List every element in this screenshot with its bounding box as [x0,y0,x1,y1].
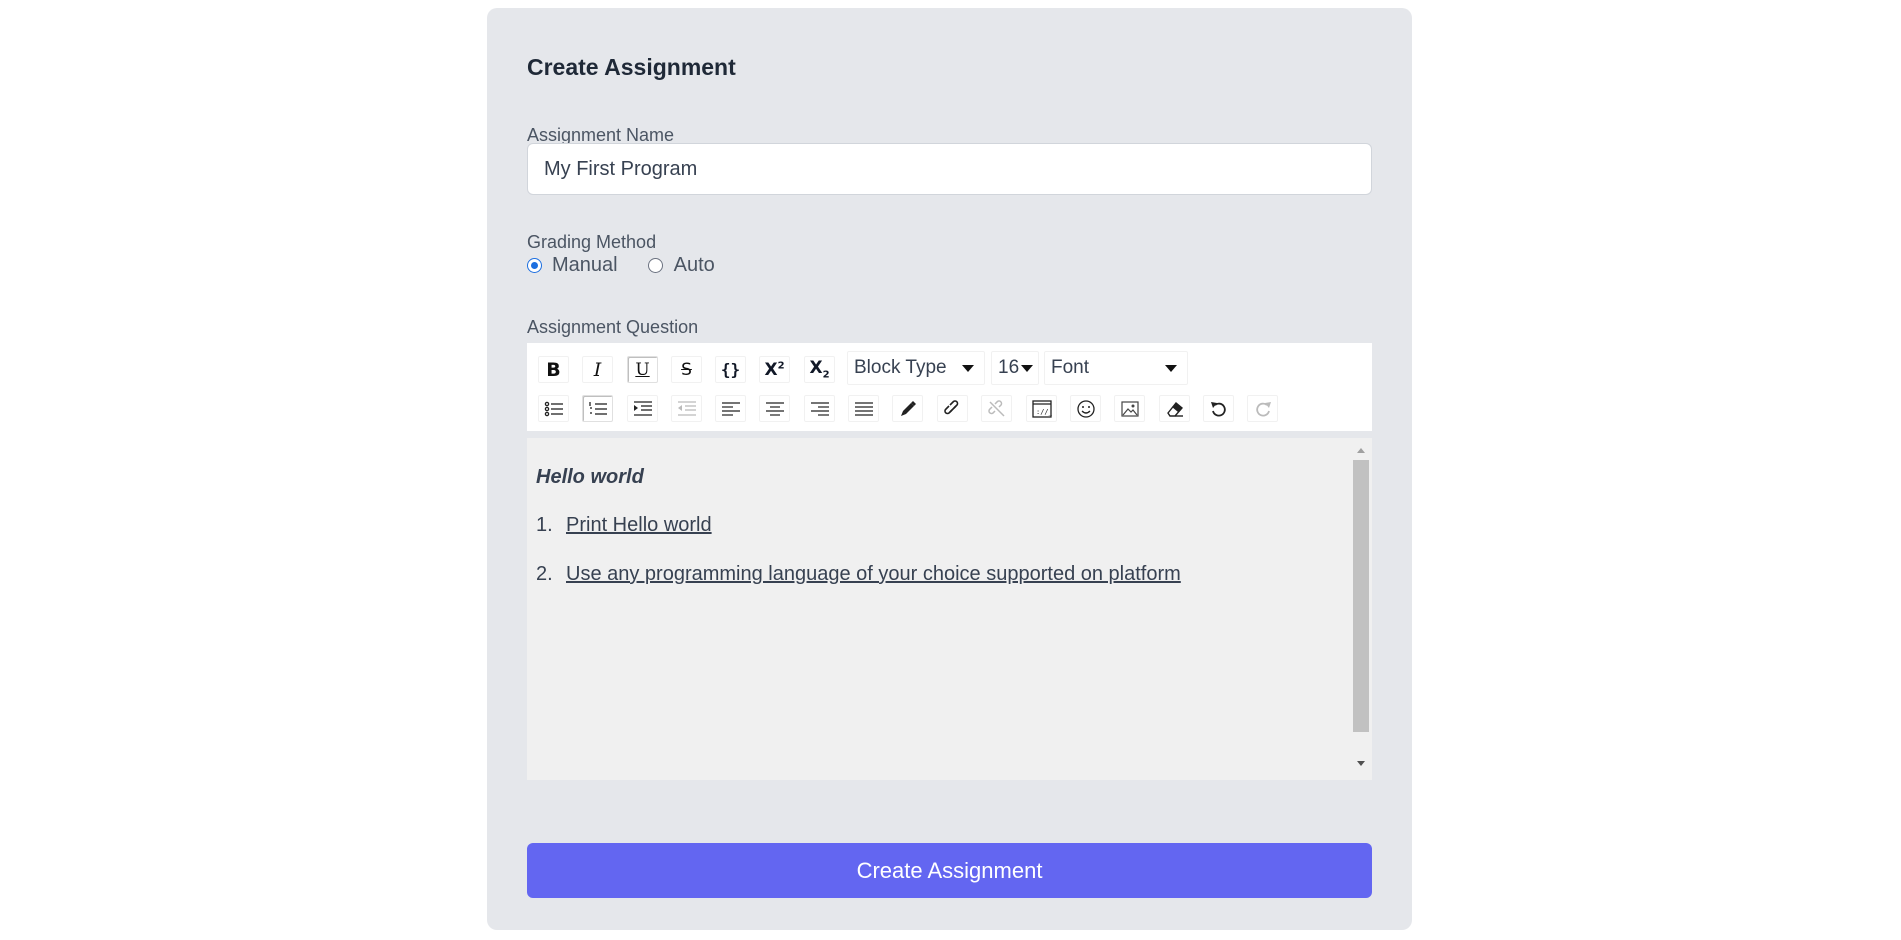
strikethrough-button[interactable]: S [671,356,702,383]
redo-icon [1255,401,1271,417]
undo-icon [1210,401,1226,417]
grading-method-label: Grading Method [527,232,657,252]
align-left-icon [721,401,740,416]
question-editor[interactable]: Hello world 1. Print Hello world 2. Use … [527,438,1372,780]
eraser-button[interactable] [1159,395,1190,422]
font-size-dropdown[interactable]: 16 [991,351,1039,385]
editor-heading: Hello world [536,466,644,488]
color-picker-icon [900,400,916,416]
code-icon: {} [720,360,741,379]
color-picker-button[interactable] [892,395,923,422]
manual-radio[interactable] [527,258,542,273]
list-text: Print Hello world [566,514,712,536]
font-dropdown[interactable]: Font [1044,351,1188,385]
scroll-down-icon[interactable] [1357,761,1365,766]
page-title: Create Assignment [527,54,736,80]
underline-icon: U [635,359,650,380]
assignment-name-input[interactable] [527,143,1372,195]
link-icon [943,399,958,414]
subscript-button[interactable]: X2 [804,356,835,383]
align-right-button[interactable] [804,395,835,422]
align-center-icon [765,401,784,416]
scrollbar-thumb[interactable] [1353,460,1369,732]
auto-radio[interactable] [647,258,663,273]
code-button[interactable]: {} [715,356,746,383]
unordered-list-button[interactable] [538,395,569,422]
list-item: 2. Use any programming language of your … [536,563,1342,586]
font-value: Font [1051,357,1090,378]
chevron-down-icon [1021,365,1033,372]
auto-radio-label[interactable]: Auto [674,254,715,277]
image-button[interactable] [1114,395,1145,422]
create-assignment-card: Create Assignment Assignment Name Gradin… [487,8,1412,930]
redo-button[interactable] [1247,395,1278,422]
ordered-list-button[interactable] [582,395,613,422]
undo-button[interactable] [1203,395,1234,422]
eraser-icon [1166,401,1183,417]
outdent-button[interactable] [671,395,702,422]
list-number: 2. [536,563,553,585]
indent-button[interactable] [627,395,658,422]
embed-button[interactable]: ://_ [1026,395,1057,422]
unlink-button[interactable] [981,395,1012,422]
bold-button[interactable]: B [538,356,569,383]
italic-button[interactable]: I [582,356,613,383]
align-right-icon [810,401,829,416]
superscript-button[interactable]: X2 [759,356,790,383]
embed-icon: ://_ [1031,399,1052,418]
editor-content[interactable]: Hello world 1. Print Hello world 2. Use … [536,466,1342,612]
indent-icon [633,400,652,416]
svg-text:://_: ://_ [1036,408,1052,416]
align-center-button[interactable] [759,395,790,422]
list-item: 1. Print Hello world [536,514,1342,537]
emoji-button[interactable] [1070,395,1101,422]
scroll-up-icon[interactable] [1357,448,1365,453]
superscript-icon: X2 [764,359,785,380]
align-left-button[interactable] [715,395,746,422]
create-assignment-button[interactable]: Create Assignment [527,843,1372,898]
underline-button[interactable]: U [627,356,658,383]
list-number: 1. [536,514,553,536]
link-button[interactable] [937,395,968,422]
image-icon [1120,400,1139,417]
chevron-down-icon [962,365,974,372]
justify-icon [854,401,873,416]
block-type-dropdown[interactable]: Block Type [847,351,985,385]
unlink-icon [987,399,1005,417]
grading-method-group: Manual Auto [527,254,715,277]
font-size-value: 16 [998,357,1020,378]
chevron-down-icon [1165,365,1177,372]
ordered-list-icon [588,401,607,415]
italic-icon: I [593,358,602,381]
emoji-icon [1076,399,1095,418]
subscript-icon: X2 [809,358,830,381]
block-type-value: Block Type [854,357,947,378]
assignment-question-label: Assignment Question [527,317,699,337]
unordered-list-icon [544,401,563,416]
manual-radio-label[interactable]: Manual [552,254,618,277]
editor-toolbar: B I U S {} X2 X2 Block Type 16 Font://_ [527,343,1372,431]
justify-button[interactable] [848,395,879,422]
outdent-icon [677,400,696,416]
bold-icon: B [546,358,561,381]
list-text: Use any programming language of your cho… [566,563,1181,585]
editor-scrollbar[interactable] [1352,444,1370,774]
strikethrough-icon: S [681,359,692,380]
